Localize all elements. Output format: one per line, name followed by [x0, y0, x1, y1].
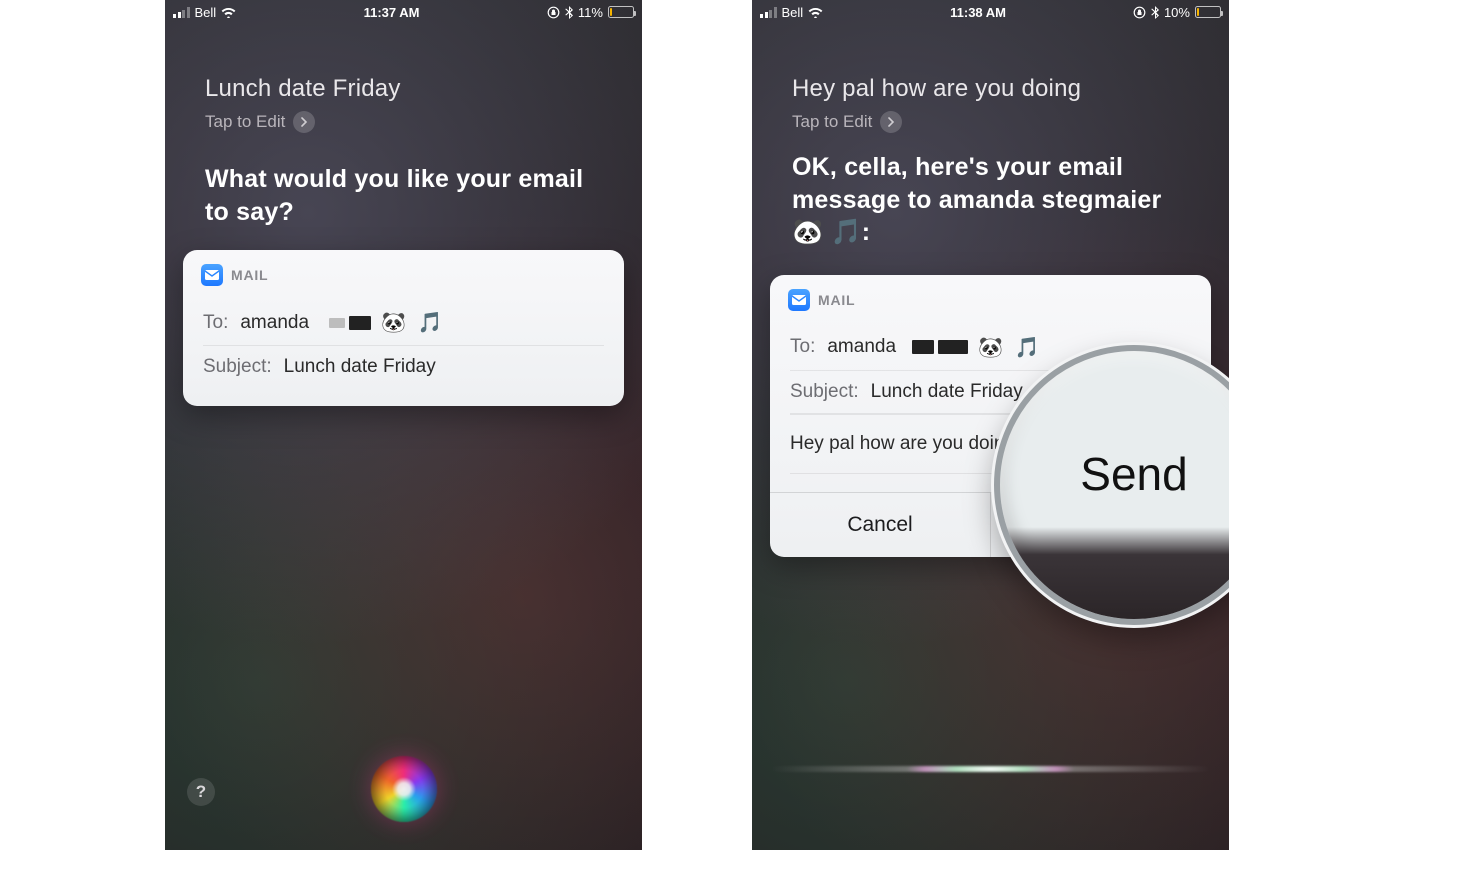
user-said-text: Hey pal how are you doing	[792, 75, 1189, 103]
siri-screen-1: Bell 11:37 AM 11% Lunch date Friday Tap …	[165, 0, 642, 850]
user-said-text: Lunch date Friday	[205, 75, 602, 103]
siri-screen-2: Bell 11:38 AM 10% Hey pal how are you do…	[752, 0, 1229, 850]
mail-app-icon	[201, 264, 223, 286]
tap-to-edit-button[interactable]: Tap to Edit	[205, 111, 602, 133]
body-text: Hey pal how are you doing	[790, 433, 1015, 455]
siri-reply-text: OK, cella, here's your email message to …	[792, 151, 1189, 249]
subject-value: Lunch date Friday	[284, 356, 436, 378]
chevron-right-icon	[880, 111, 902, 133]
to-label: To:	[203, 312, 228, 334]
battery-icon	[608, 6, 634, 18]
to-label: To:	[790, 336, 815, 358]
to-value: amanda	[827, 336, 896, 358]
orientation-lock-icon	[1133, 6, 1146, 19]
mail-app-icon	[788, 289, 810, 311]
siri-reply-text: What would you like your email to say?	[205, 163, 602, 228]
mail-app-label: MAIL	[231, 267, 268, 283]
to-value: amanda	[240, 312, 309, 334]
siri-orb-icon[interactable]	[371, 756, 437, 822]
mail-app-label: MAIL	[818, 292, 855, 308]
battery-pct: 10%	[1164, 5, 1190, 20]
clock-label: 11:38 AM	[950, 5, 1006, 20]
carrier-label: Bell	[782, 5, 804, 20]
status-bar: Bell 11:37 AM 11%	[165, 0, 642, 20]
wifi-icon	[808, 7, 823, 18]
chevron-right-icon	[293, 111, 315, 133]
bluetooth-icon	[1151, 6, 1159, 19]
clock-label: 11:37 AM	[364, 5, 420, 20]
mail-card[interactable]: MAIL To: amanda 🐼 🎵 Subject: Lunch date …	[183, 250, 624, 406]
tap-to-edit-label: Tap to Edit	[792, 112, 872, 132]
to-row[interactable]: To: amanda 🐼 🎵	[203, 300, 604, 346]
magnified-send-label: Send	[1080, 447, 1187, 501]
tap-to-edit-label: Tap to Edit	[205, 112, 285, 132]
bluetooth-icon	[565, 6, 573, 19]
subject-label: Subject:	[790, 381, 859, 403]
tap-to-edit-button[interactable]: Tap to Edit	[792, 111, 1189, 133]
subject-value: Lunch date Friday	[871, 381, 1023, 403]
orientation-lock-icon	[547, 6, 560, 19]
siri-wave-icon[interactable]	[770, 766, 1211, 772]
help-button[interactable]: ?	[187, 778, 215, 806]
subject-label: Subject:	[203, 356, 272, 378]
carrier-label: Bell	[195, 5, 217, 20]
battery-pct: 11%	[578, 5, 603, 20]
signal-icon	[173, 7, 190, 18]
signal-icon	[760, 7, 777, 18]
battery-icon	[1195, 6, 1221, 18]
subject-row[interactable]: Subject: Lunch date Friday	[203, 346, 604, 388]
wifi-icon	[221, 7, 236, 18]
to-emoji: 🐼 🎵	[381, 310, 445, 335]
to-emoji: 🐼 🎵	[978, 335, 1042, 360]
status-bar: Bell 11:38 AM 10%	[752, 0, 1229, 20]
cancel-button[interactable]: Cancel	[770, 493, 990, 557]
